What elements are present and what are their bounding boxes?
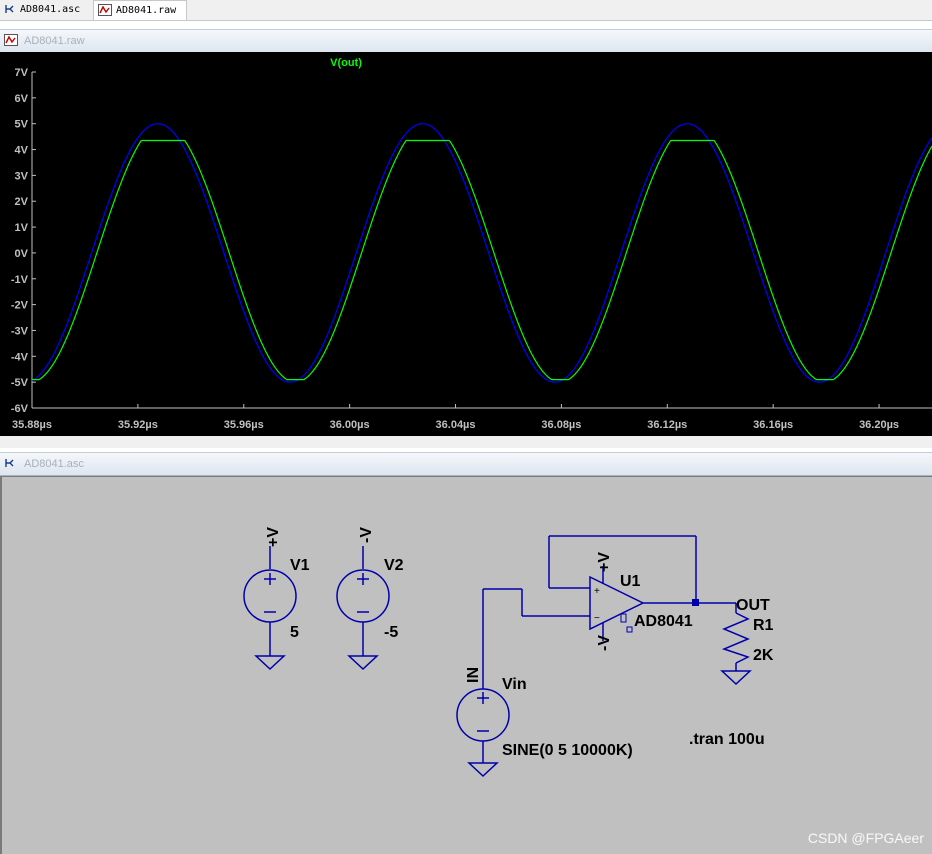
voltage-source-v2[interactable] [336, 546, 390, 671]
net-label-in: IN [465, 667, 482, 683]
x-tick-label: 35.96µs [224, 419, 264, 431]
x-tick-label: 36.08µs [541, 419, 581, 431]
output-junction [692, 599, 699, 606]
tab-waveform[interactable]: AD8041.raw [93, 0, 187, 20]
window-title: AD8041.raw [24, 35, 85, 47]
y-tick-label: 7V [15, 67, 29, 79]
v2-value: -5 [384, 624, 398, 641]
y-tick-label: -4V [11, 351, 29, 363]
y-tick-label: 4V [15, 145, 29, 157]
x-tick-label: 36.12µs [647, 419, 687, 431]
tab-label: AD8041.raw [116, 5, 177, 16]
y-tick-label: 3V [15, 170, 29, 182]
opamp-name: U1 [620, 573, 641, 590]
waveform-icon [98, 4, 112, 16]
voltage-source-v1[interactable] [243, 546, 297, 671]
tab-schematic[interactable]: AD8041.asc [0, 0, 90, 19]
x-tick-label: 35.92µs [118, 419, 158, 431]
r1-value: 2K [753, 647, 774, 664]
y-tick-label: 1V [15, 222, 29, 234]
traces [31, 123, 932, 383]
resistor-r1[interactable] [720, 603, 752, 686]
y-tick-label: 2V [15, 196, 29, 208]
window-divider [0, 436, 932, 448]
trace-vin [31, 123, 932, 383]
vin-value: SINE(0 5 10000K) [502, 742, 633, 759]
net-label-v2: -V [358, 527, 375, 543]
opamp-model: AD8041 [634, 613, 693, 630]
trace-vout [32, 139, 932, 381]
net-label-out: OUT [736, 597, 770, 614]
y-tick-label: -2V [11, 300, 29, 312]
waveform-icon [4, 34, 18, 46]
x-tick-label: 36.16µs [753, 419, 793, 431]
schematic-window-titlebar[interactable]: AD8041.asc [0, 452, 932, 476]
waveform-window-titlebar[interactable]: AD8041.raw [0, 29, 932, 53]
y-tick-label: -6V [11, 403, 29, 415]
x-tick-label: 36.00µs [330, 419, 370, 431]
document-tab-bar: AD8041.asc AD8041.raw [0, 0, 932, 21]
vin-name: Vin [502, 676, 527, 693]
tab-label: AD8041.asc [20, 4, 81, 15]
schematic-icon [5, 5, 14, 13]
opamp-neg-supply-label: -V [596, 635, 613, 651]
y-tick-label: 0V [15, 248, 29, 260]
schematic-canvas[interactable]: +V V1 5 -V V2 -5 IN Vin SINE(0 5 10000K)… [0, 476, 932, 854]
schematic-icon [5, 459, 14, 467]
y-tick-label: -1V [11, 274, 29, 286]
waveform-plot[interactable]: 7V 6V 5V 4V 3V 2V 1V 0V -1V -2V -3V -4V -5V -6V 35.88… [0, 52, 932, 436]
net-label-v1: +V [265, 527, 282, 547]
y-tick-label: -5V [11, 377, 29, 389]
x-tick-label: 36.04µs [436, 419, 476, 431]
opamp-plus-pin: + [594, 586, 600, 597]
y-tick-label: -3V [11, 325, 29, 337]
spice-directive[interactable]: .tran 100u [689, 731, 765, 748]
schematic-drawing[interactable]: +V V1 5 -V V2 -5 IN Vin SINE(0 5 10000K)… [2, 477, 932, 854]
window-title: AD8041.asc [24, 458, 84, 470]
opamp-pos-supply-label: +V [596, 552, 613, 572]
r1-name: R1 [753, 617, 774, 634]
opamp-minus-pin: − [594, 613, 600, 624]
watermark: CSDN @FPGAeer [807, 830, 924, 846]
x-tick-label: 36.20µs [859, 419, 899, 431]
v1-name: V1 [290, 557, 310, 574]
v2-name: V2 [384, 557, 404, 574]
x-tick-label: 35.88µs [12, 419, 52, 431]
waveform-plot-window[interactable]: 7V 6V 5V 4V 3V 2V 1V 0V -1V -2V -3V -4V -5V -6V 35.88… [0, 52, 932, 436]
trace-label-vout[interactable]: V(out) [330, 57, 362, 69]
y-tick-label: 5V [15, 119, 29, 131]
v1-value: 5 [290, 624, 299, 641]
y-tick-label: 6V [15, 93, 29, 105]
